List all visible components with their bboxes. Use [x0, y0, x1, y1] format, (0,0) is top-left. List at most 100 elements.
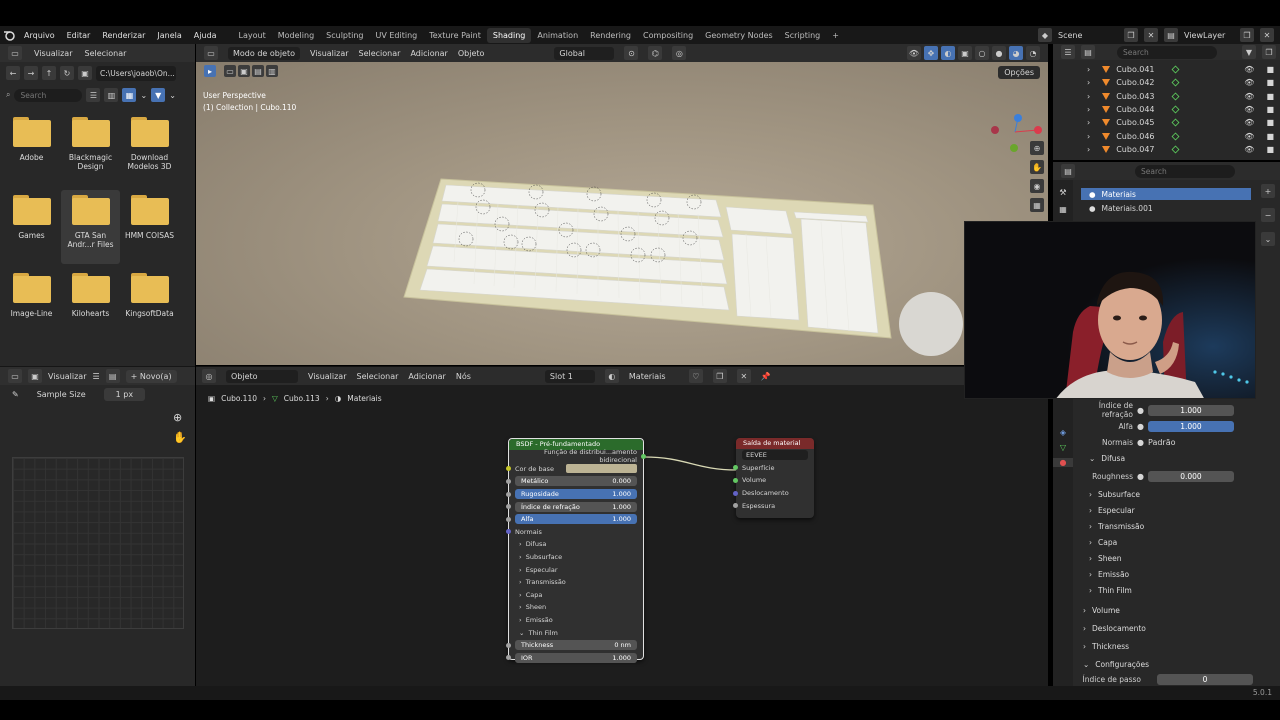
- blender-logo-icon[interactable]: [0, 29, 18, 41]
- input-socket[interactable]: [733, 490, 738, 496]
- base-color-swatch[interactable]: [566, 464, 637, 474]
- refresh-icon[interactable]: ↻: [60, 66, 74, 80]
- editor-type-icon[interactable]: ▭: [8, 369, 22, 383]
- panel-sheen[interactable]: › Sheen: [509, 601, 643, 614]
- ie-menu-visualizar[interactable]: Visualizar: [48, 372, 87, 381]
- input-socket[interactable]: [506, 516, 511, 522]
- tab-texture-paint[interactable]: Texture Paint: [423, 28, 487, 43]
- input-socket[interactable]: [733, 503, 738, 509]
- panel-capa[interactable]: › Capa: [509, 589, 643, 602]
- panel-transmissao[interactable]: › Transmissão: [509, 576, 643, 589]
- path-field[interactable]: C:\Users\joaob\On...: [96, 65, 176, 81]
- proportional-edit-icon[interactable]: ◎: [672, 46, 687, 60]
- new-image-button[interactable]: + Novo(a): [125, 369, 177, 383]
- input-socket[interactable]: [506, 478, 511, 484]
- tab-animation[interactable]: Animation: [531, 28, 584, 43]
- material-output-node[interactable]: Saída de material EEVEE Superfície Volum…: [733, 438, 814, 518]
- folder-item[interactable]: Download Modelos 3D: [120, 112, 179, 186]
- 3d-viewport[interactable]: ▭ Modo de objeto Visualizar Selecionar A…: [196, 44, 1048, 365]
- section-deslocamento[interactable]: › Deslocamento: [1075, 620, 1276, 636]
- input-socket[interactable]: [733, 477, 738, 483]
- chevron-down-icon[interactable]: ⌄: [140, 91, 147, 100]
- tab-geometry-nodes[interactable]: Geometry Nodes: [699, 28, 778, 43]
- zoom-icon[interactable]: ⊕: [1030, 141, 1044, 155]
- keyboard-model[interactable]: [196, 62, 1048, 365]
- section-especular[interactable]: › Especular: [1081, 502, 1276, 518]
- editor-type-icon[interactable]: ▤: [1061, 164, 1075, 178]
- tool-tab-icon[interactable]: ⚒: [1053, 188, 1073, 197]
- menu-editar[interactable]: Editar: [61, 31, 97, 40]
- thickness-slider[interactable]: Thickness 0 nm: [515, 640, 637, 651]
- add-slot-icon[interactable]: +: [1261, 184, 1275, 198]
- select-subtract-icon[interactable]: ▤: [252, 65, 264, 77]
- wireframe-shading-icon[interactable]: ○: [975, 46, 989, 60]
- sample-size-field[interactable]: 1 px: [103, 387, 146, 401]
- panel-emissao[interactable]: › Emissão: [509, 614, 643, 627]
- select-extend-icon[interactable]: ▣: [238, 65, 250, 77]
- roughness-slider[interactable]: Rugosidade 1.000: [515, 489, 637, 500]
- pass-index-field[interactable]: 0: [1157, 673, 1253, 685]
- section-thickness[interactable]: › Thickness: [1075, 638, 1276, 654]
- node-title[interactable]: Saída de material: [736, 438, 814, 449]
- tab-sculpting[interactable]: Sculpting: [320, 28, 369, 43]
- snap-icon[interactable]: ⌬: [648, 46, 663, 60]
- section-configuracoes[interactable]: ⌄ Configurações: [1075, 656, 1276, 672]
- outliner-item[interactable]: › Cubo.047 👁 ■: [1053, 143, 1280, 156]
- horizontal-list-icon[interactable]: ▥: [104, 88, 119, 102]
- parent-dir-icon[interactable]: ↑: [42, 66, 56, 80]
- ior-property-field[interactable]: 1.000: [1147, 404, 1234, 416]
- properties-search-input[interactable]: Search: [1135, 164, 1235, 178]
- vp-menu-objeto[interactable]: Objeto: [458, 49, 485, 58]
- pivot-icon[interactable]: ⊙: [624, 46, 639, 60]
- tab-scripting[interactable]: Scripting: [779, 28, 827, 43]
- render-tab-icon[interactable]: ▦: [1053, 205, 1073, 214]
- viewlayer-icon[interactable]: ▤: [1164, 28, 1178, 42]
- scene-icon[interactable]: ◆: [1038, 28, 1052, 42]
- outliner-item[interactable]: › Cubo.044 👁 ■: [1053, 103, 1280, 116]
- gizmo-icon[interactable]: ✥: [924, 46, 938, 60]
- image-canvas[interactable]: [12, 457, 184, 629]
- new-collection-icon[interactable]: ❐: [1262, 45, 1276, 59]
- panel-especular[interactable]: › Especular: [509, 563, 643, 576]
- section-capa[interactable]: › Capa: [1081, 534, 1276, 550]
- scene-name[interactable]: Scene: [1058, 31, 1118, 40]
- panel-thin-film[interactable]: ⌄ Thin Film: [509, 626, 643, 639]
- vertical-list-icon[interactable]: ☰: [86, 88, 101, 102]
- fb-menu-selecionar[interactable]: Selecionar: [85, 49, 127, 58]
- menu-arquivo[interactable]: Arquivo: [18, 31, 61, 40]
- outliner-item[interactable]: › Cubo.045 👁 ■: [1053, 116, 1280, 129]
- section-sheen[interactable]: › Sheen: [1081, 550, 1276, 566]
- slot-menu-icon[interactable]: ⌄: [1261, 232, 1275, 246]
- input-socket[interactable]: [506, 642, 511, 648]
- input-socket[interactable]: [733, 465, 738, 471]
- section-volume[interactable]: › Volume: [1075, 602, 1276, 618]
- vp-menu-selecionar[interactable]: Selecionar: [359, 49, 401, 58]
- input-socket[interactable]: [506, 529, 511, 535]
- principled-bsdf-node[interactable]: BSDF - Pré-fundamentado Função de distri…: [506, 438, 646, 663]
- outliner-item[interactable]: › Cubo.041 👁 ■: [1053, 63, 1280, 76]
- input-socket[interactable]: [506, 466, 511, 472]
- section-emissao[interactable]: › Emissão: [1081, 566, 1276, 582]
- viewlayer-name[interactable]: ViewLayer: [1184, 31, 1234, 40]
- tab-rendering[interactable]: Rendering: [584, 28, 637, 43]
- new-viewlayer-icon[interactable]: ❐: [1240, 28, 1254, 42]
- folder-item[interactable]: HMM COISAS: [120, 190, 179, 264]
- object-mode-dropdown[interactable]: Modo de objeto: [228, 46, 301, 60]
- display-mode-icon[interactable]: ▤: [1081, 45, 1095, 59]
- section-subsurface[interactable]: › Subsurface: [1081, 486, 1276, 502]
- select-box-icon[interactable]: ▭: [224, 65, 236, 77]
- folder-item[interactable]: Adobe: [2, 112, 61, 186]
- folder-item[interactable]: Image-Line: [2, 268, 61, 342]
- new-scene-icon[interactable]: ❐: [1124, 28, 1138, 42]
- transform-orientation-dropdown[interactable]: Global: [554, 46, 615, 60]
- input-socket[interactable]: [506, 491, 511, 497]
- normals-property-value[interactable]: Padrão: [1148, 438, 1176, 447]
- add-workspace-icon[interactable]: +: [826, 28, 845, 43]
- section-difusa[interactable]: ⌄ Difusa: [1081, 450, 1276, 466]
- sample-tool-icon[interactable]: ✎: [12, 390, 19, 399]
- back-icon[interactable]: ←: [6, 66, 20, 80]
- folder-item[interactable]: Kilohearts: [61, 268, 120, 342]
- folder-item[interactable]: KingsoftData: [120, 268, 179, 342]
- tab-compositing[interactable]: Compositing: [637, 28, 699, 43]
- editor-type-icon[interactable]: ▭: [8, 46, 22, 60]
